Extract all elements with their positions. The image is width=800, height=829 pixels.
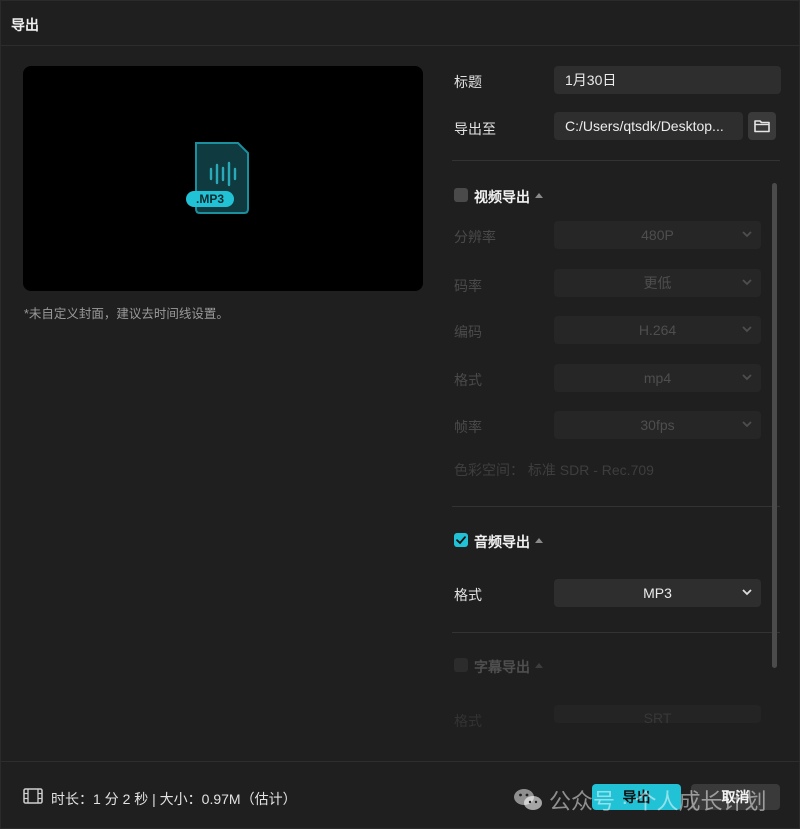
- title-input[interactable]: 1月30日: [554, 66, 781, 94]
- chevron-down-icon: [742, 326, 752, 333]
- divider: [452, 506, 780, 507]
- subtitle-export-checkbox[interactable]: [454, 658, 468, 672]
- resolution-value: 480P: [641, 227, 674, 243]
- subtitle-format-select[interactable]: SRT: [554, 705, 761, 723]
- subtitle-format-label: 格式: [454, 713, 482, 729]
- video-export-header: 视频导出: [474, 189, 530, 205]
- wechat-icon: [514, 789, 542, 810]
- cover-preview: .MP3: [23, 66, 423, 291]
- audio-export-checkbox[interactable]: [454, 533, 468, 547]
- folder-icon: [754, 120, 770, 133]
- resolution-label: 分辨率: [454, 229, 496, 245]
- mp3-badge: .MP3: [196, 192, 224, 206]
- codec-value: H.264: [638, 322, 677, 338]
- dialog-title: 导出: [11, 17, 39, 33]
- resolution-select[interactable]: 480P: [554, 221, 761, 249]
- audio-format-select[interactable]: MP3: [554, 579, 761, 607]
- video-format-select[interactable]: mp4: [554, 364, 761, 392]
- export-path-input[interactable]: C:/Users/qtsdk/Desktop...: [554, 112, 743, 140]
- collapse-audio-icon[interactable]: [535, 538, 543, 543]
- framerate-value: 30fps: [640, 417, 675, 433]
- bitrate-value: 更低: [643, 275, 672, 291]
- chevron-down-icon: [742, 374, 752, 381]
- codec-select[interactable]: H.264: [554, 316, 761, 344]
- video-export-checkbox[interactable]: [454, 188, 468, 202]
- chevron-down-icon: [742, 421, 752, 428]
- bitrate-select[interactable]: 更低: [554, 269, 761, 297]
- settings-scrollbar[interactable]: [772, 183, 777, 668]
- bitrate-label: 码率: [454, 278, 482, 294]
- watermark-text: 公众号 · 个人成长计划: [549, 789, 767, 814]
- browse-folder-button[interactable]: [748, 112, 776, 140]
- video-format-label: 格式: [454, 372, 482, 388]
- audio-export-header: 音频导出: [474, 534, 530, 550]
- export-to-label: 导出至: [454, 121, 496, 137]
- framerate-label: 帧率: [454, 419, 482, 435]
- audio-format-value: MP3: [643, 585, 672, 601]
- film-icon: [23, 788, 43, 804]
- subtitle-format-value: SRT: [643, 710, 672, 723]
- divider: [452, 632, 780, 633]
- mp3-file-icon: .MP3: [186, 142, 249, 214]
- collapse-subtitle-icon[interactable]: [535, 663, 543, 668]
- duration-size-info: 时长：1 分 2 秒 | 大小：0.97M（估计）: [51, 791, 297, 807]
- framerate-select[interactable]: 30fps: [554, 411, 761, 439]
- export-dialog: 导出 .MP3 *未自定义封面，建议去时间线设置。 标题 1月30日 导出至 C…: [0, 0, 800, 829]
- collapse-video-icon[interactable]: [535, 193, 543, 198]
- colorspace-info: 色彩空间： 标准 SDR - Rec.709: [454, 462, 654, 478]
- codec-label: 编码: [454, 324, 482, 340]
- title-label: 标题: [454, 74, 482, 90]
- chevron-down-icon: [742, 231, 752, 238]
- chevron-down-icon: [742, 279, 752, 286]
- check-icon: [456, 536, 466, 545]
- divider: [452, 160, 780, 161]
- cover-note: *未自定义封面，建议去时间线设置。: [24, 307, 229, 321]
- title-bar: 导出: [1, 1, 800, 46]
- audio-format-label: 格式: [454, 587, 482, 603]
- video-format-value: mp4: [643, 370, 672, 386]
- chevron-down-icon: [742, 589, 752, 596]
- subtitle-export-header: 字幕导出: [474, 659, 530, 675]
